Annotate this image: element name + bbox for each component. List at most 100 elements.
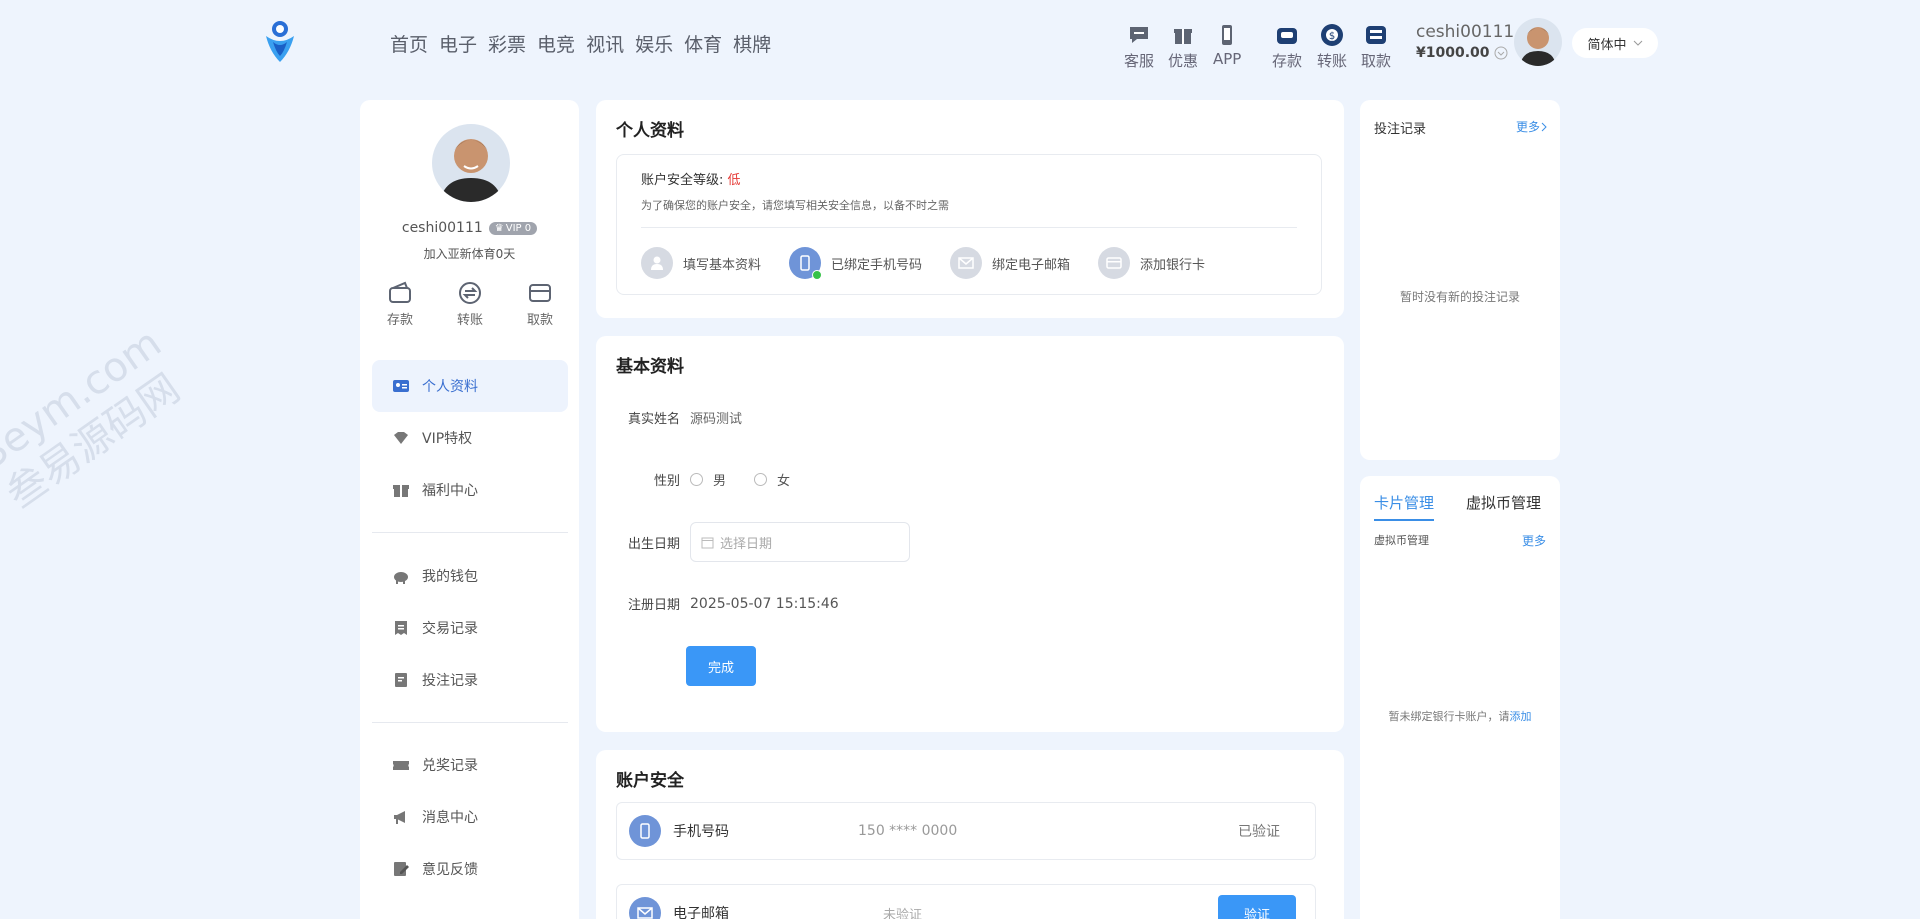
bind-phone[interactable]: 已绑定手机号码	[789, 247, 922, 280]
promo-button[interactable]: 优惠	[1168, 22, 1198, 71]
bind-email[interactable]: 绑定电子邮箱	[950, 247, 1070, 279]
withdraw-top-button[interactable]: 取款	[1361, 22, 1391, 71]
transfer-icon	[459, 282, 481, 304]
sidebar-item-welfare[interactable]: 福利中心	[372, 464, 568, 516]
service-button[interactable]: 客服	[1124, 22, 1154, 71]
security-level-value: 低	[727, 173, 741, 188]
sidebar: ceshi00111 ♛ VIP 0 加入亚新体育0天 存款 转账 取款 个人资料…	[360, 100, 579, 919]
sidebar-transfer-button[interactable]: 转账	[450, 280, 490, 328]
sidebar-item-profile[interactable]: 个人资料	[372, 360, 568, 412]
crown-icon: ♛	[494, 222, 504, 234]
mail-icon	[629, 897, 661, 919]
nav-live[interactable]: 视讯	[586, 30, 624, 57]
crypto-subtitle: 虚拟币管理	[1374, 534, 1429, 547]
cards-more-link[interactable]: 更多	[1522, 532, 1546, 549]
security-level-row: 账户安全等级: 低	[641, 173, 741, 188]
submit-button[interactable]: 完成	[686, 646, 756, 686]
header-balance[interactable]: ¥1000.00	[1416, 45, 1508, 61]
sidebar-deposit-button[interactable]: 存款	[380, 280, 420, 328]
sidebar-item-vip[interactable]: VIP特权	[372, 412, 568, 464]
diamond-icon	[394, 432, 408, 444]
phone-security-row: 手机号码 150 **** 0000 已验证	[616, 802, 1316, 860]
basic-info-title: 基本资料	[616, 357, 684, 377]
phone-icon	[1222, 25, 1233, 45]
account-security-title: 账户安全	[616, 771, 684, 791]
chevron-down-icon	[1633, 40, 1642, 46]
withdraw-icon	[1366, 26, 1386, 44]
add-card-link[interactable]: 添加	[1510, 710, 1532, 723]
check-icon	[812, 270, 823, 280]
account-security-card: 账户安全 手机号码 150 **** 0000 已验证 电子邮箱 未验证 验证	[596, 750, 1344, 919]
bind-list: 填写基本资料 已绑定手机号码 绑定电子邮箱 添加银行卡	[641, 247, 1205, 280]
piggy-bank-icon	[394, 572, 408, 584]
wallet-icon	[389, 281, 411, 303]
gift-icon	[1174, 29, 1192, 44]
nav-esports[interactable]: 电竞	[537, 30, 575, 57]
header-avatar[interactable]	[1514, 18, 1562, 66]
email-value: 未验证	[883, 907, 923, 919]
receipt-icon	[395, 621, 407, 635]
verify-email-button[interactable]: 验证	[1218, 895, 1296, 919]
tab-card-management[interactable]: 卡片管理	[1374, 492, 1435, 521]
nav-chess[interactable]: 棋牌	[733, 30, 771, 57]
sidebar-item-feedback[interactable]: 意见反馈	[372, 843, 568, 895]
main-nav: 首页 电子 彩票 电竞 视讯 娱乐 体育 棋牌	[390, 30, 771, 57]
gender-row: 性别 男 女	[653, 473, 791, 489]
sidebar-item-transactions[interactable]: 交易记录	[372, 602, 568, 654]
mail-icon	[950, 247, 983, 279]
card-management-card: 卡片管理 虚拟币管理 虚拟币管理 更多 暂未绑定银行卡账户，请添加	[1360, 476, 1560, 919]
edit-icon	[394, 862, 409, 876]
document-icon	[395, 673, 407, 687]
email-security-row: 电子邮箱 未验证 验证	[616, 884, 1316, 919]
bet-records-card: 投注记录 更多 暂时没有新的投注记录	[1360, 100, 1560, 460]
divider	[372, 722, 568, 723]
calendar-icon	[701, 537, 714, 548]
bet-records-more-link[interactable]: 更多	[1516, 118, 1548, 135]
chat-icon	[1130, 27, 1148, 43]
card-icon	[1098, 247, 1131, 279]
logo-icon[interactable]	[264, 20, 296, 64]
register-date-row: 注册日期 2025-05-07 15:15:46	[627, 595, 839, 614]
deposit-top-button[interactable]: 存款	[1272, 22, 1302, 71]
gender-male-radio[interactable]	[690, 473, 703, 486]
phone-status: 已验证	[1238, 824, 1280, 840]
register-date-value: 2025-05-07 15:15:46	[690, 595, 839, 612]
sidebar-avatar	[432, 124, 510, 202]
nav-home[interactable]: 首页	[390, 30, 428, 57]
phone-icon	[789, 247, 823, 280]
real-name-row: 真实姓名 源码测试	[616, 408, 742, 427]
card-icon	[529, 284, 551, 302]
sidebar-withdraw-button[interactable]: 取款	[520, 280, 560, 328]
tab-crypto-management[interactable]: 虚拟币管理	[1466, 492, 1541, 513]
deposit-icon	[1277, 28, 1297, 44]
bind-basic-info[interactable]: 填写基本资料	[641, 247, 761, 279]
sidebar-item-bets[interactable]: 投注记录	[372, 654, 568, 706]
ticket-icon	[393, 761, 409, 770]
transfer-top-button[interactable]: $ 转账	[1317, 22, 1347, 71]
phone-icon	[629, 815, 661, 847]
vip-badge: ♛ VIP 0	[488, 221, 538, 235]
nav-sports[interactable]: 体育	[684, 30, 722, 57]
security-level-box: 账户安全等级: 低 为了确保您的账户安全，请您填写相关安全信息，以备不时之需 填…	[616, 154, 1322, 295]
nav-lottery[interactable]: 彩票	[488, 30, 526, 57]
language-select[interactable]: 简体中	[1572, 28, 1658, 58]
gift-icon	[393, 485, 409, 497]
real-name-value: 源码测试	[690, 412, 743, 427]
sidebar-item-wallet[interactable]: 我的钱包	[372, 550, 568, 602]
sidebar-item-messages[interactable]: 消息中心	[372, 791, 568, 843]
app-button[interactable]: APP	[1213, 22, 1241, 68]
divider	[641, 227, 1297, 228]
profile-card: 个人资料 账户安全等级: 低 为了确保您的账户安全，请您填写相关安全信息，以备不…	[596, 100, 1344, 318]
bind-bank-card[interactable]: 添加银行卡	[1098, 247, 1205, 279]
svg-text:$: $	[1329, 31, 1335, 42]
birthday-input[interactable]: 选择日期	[690, 522, 910, 562]
nav-electronic[interactable]: 电子	[439, 30, 477, 57]
megaphone-icon	[394, 811, 405, 824]
chevron-down-icon	[1494, 46, 1508, 60]
nav-entertainment[interactable]: 娱乐	[635, 30, 673, 57]
transfer-icon: $	[1321, 24, 1343, 46]
gender-female-radio[interactable]	[754, 473, 768, 486]
sidebar-item-redeem[interactable]: 兑奖记录	[372, 739, 568, 791]
bet-records-empty: 暂时没有新的投注记录	[1399, 290, 1520, 304]
join-days: 加入亚新体育0天	[423, 247, 516, 261]
